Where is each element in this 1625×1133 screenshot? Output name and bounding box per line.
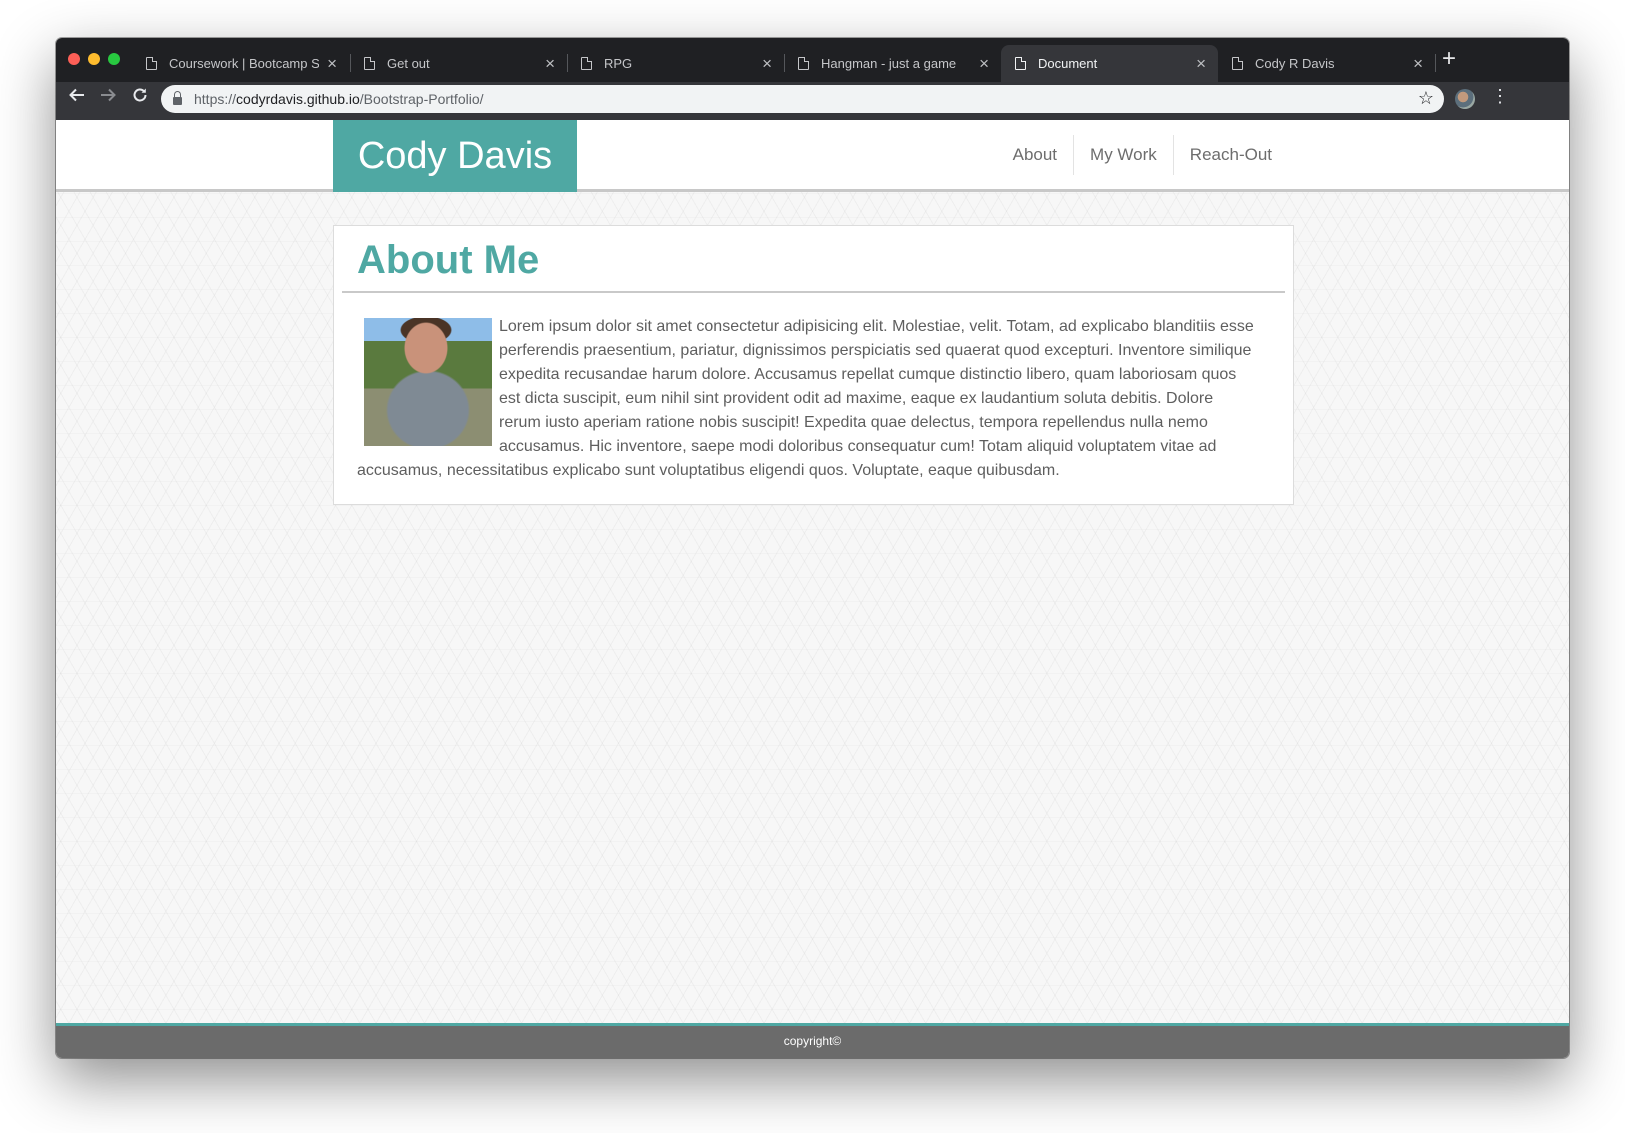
web-page: Cody Davis About My Work Reach-Out About… (56, 120, 1569, 1058)
avatar-icon[interactable] (1455, 89, 1475, 109)
copyright-text: copyright© (783, 1034, 842, 1048)
tab-title: RPG (604, 56, 633, 71)
back-button[interactable] (68, 86, 86, 108)
tab-title: Hangman - just a game (821, 56, 957, 71)
tab-cody-r-davis[interactable]: Cody R Davis × (1218, 45, 1435, 82)
tab-title: Cody R Davis (1255, 56, 1335, 71)
about-body: Lorem ipsum dolor sit amet consectetur a… (357, 315, 1257, 483)
close-icon[interactable]: × (1413, 55, 1423, 72)
close-icon[interactable]: × (762, 55, 772, 72)
site-brand[interactable]: Cody Davis (333, 120, 577, 192)
site-navbar: Cody Davis About My Work Reach-Out (56, 120, 1569, 192)
about-card: About Me Lorem ipsum dolor sit amet cons… (333, 225, 1294, 505)
tab-document[interactable]: Document × (1001, 45, 1218, 82)
close-icon[interactable]: × (545, 55, 555, 72)
close-icon[interactable]: × (1196, 55, 1206, 72)
page-icon (364, 57, 375, 70)
tab-title: Get out (387, 56, 430, 71)
reload-icon (133, 88, 147, 102)
arrow-left-icon (69, 88, 84, 102)
url-host: codyrdavis.github.io (236, 91, 360, 107)
close-icon[interactable]: × (979, 55, 989, 72)
tab-title: Coursework | Bootcamp Spot (169, 56, 320, 71)
close-window-button[interactable] (68, 53, 80, 65)
url-scheme: https:// (194, 91, 237, 107)
page-icon (798, 57, 809, 70)
close-icon[interactable]: × (327, 55, 337, 72)
nav-links: About My Work Reach-Out (997, 135, 1288, 175)
tab-get-out[interactable]: Get out × (350, 45, 567, 82)
address-bar[interactable]: https://codyrdavis.github.io/Bootstrap-P… (161, 85, 1444, 113)
nav-link-my-work[interactable]: My Work (1074, 145, 1173, 165)
url-path: /Bootstrap-Portfolio/ (359, 91, 484, 107)
arrow-right-icon (101, 88, 116, 102)
tab-strip: Coursework | Bootcamp Spot × Get out × R… (56, 38, 1569, 82)
tab-coursework[interactable]: Coursework | Bootcamp Spot × (132, 45, 349, 82)
tab-hangman[interactable]: Hangman - just a game × (784, 45, 1001, 82)
new-tab-button[interactable]: + (1442, 47, 1456, 71)
divider (342, 291, 1285, 293)
lock-icon (173, 91, 182, 105)
about-heading: About Me (357, 238, 540, 282)
maximize-window-button[interactable] (108, 53, 120, 65)
profile-photo (364, 318, 492, 446)
page-icon (146, 57, 157, 70)
tab-divider (1435, 54, 1436, 72)
tab-rpg[interactable]: RPG × (567, 45, 784, 82)
nav-link-about[interactable]: About (997, 145, 1073, 165)
site-footer: copyright© (56, 1023, 1569, 1058)
page-icon (1015, 57, 1026, 70)
forward-button[interactable] (99, 86, 117, 108)
tab-title: Document (1038, 56, 1098, 71)
nav-link-reach-out[interactable]: Reach-Out (1174, 145, 1288, 165)
minimize-window-button[interactable] (88, 53, 100, 65)
page-icon (581, 57, 592, 70)
star-icon[interactable]: ☆ (1418, 88, 1434, 109)
reload-button[interactable] (131, 86, 149, 108)
browser-toolbar: https://codyrdavis.github.io/Bootstrap-P… (56, 82, 1569, 120)
kebab-menu-icon[interactable]: ⋮ (1491, 87, 1509, 105)
browser-window: Coursework | Bootcamp Spot × Get out × R… (56, 38, 1569, 1058)
page-icon (1232, 57, 1243, 70)
